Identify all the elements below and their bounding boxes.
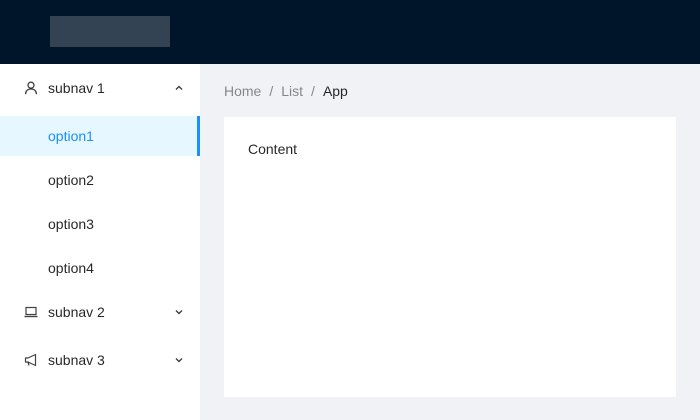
menu-item-option3[interactable]: option3 [0,204,200,244]
user-icon [24,81,38,95]
submenu-label: subnav 2 [48,304,105,320]
logo-placeholder [50,16,170,47]
content-text: Content [248,141,298,157]
chevron-down-icon [174,355,184,365]
notification-icon [24,353,38,367]
breadcrumb-separator: / [269,83,274,99]
content-panel: Content [224,117,676,397]
menu-item-label: option1 [48,128,94,144]
main-content-area: Home / List / App Content [200,64,700,420]
submenu-label: subnav 3 [48,352,105,368]
breadcrumb-separator: / [311,83,315,99]
menu-item-label: option2 [48,172,94,188]
menu-item-label: option4 [48,260,94,276]
app-header [0,0,700,64]
breadcrumb: Home / List / App [224,80,348,102]
chevron-down-icon [174,307,184,317]
breadcrumb-item-home[interactable]: Home [224,83,261,99]
breadcrumb-item-list[interactable]: List [281,83,303,99]
sidebar-menu: subnav 1 option1 option2 option3 option4… [0,64,200,420]
submenu-subnav-2[interactable]: subnav 2 [0,292,200,332]
menu-item-option4[interactable]: option4 [0,248,200,288]
chevron-up-icon [174,83,184,93]
submenu-label: subnav 1 [48,80,105,96]
menu-item-label: option3 [48,216,94,232]
menu-item-option1[interactable]: option1 [0,116,200,156]
breadcrumb-item-app: App [322,83,348,99]
menu-item-option2[interactable]: option2 [0,160,200,200]
submenu-subnav-1[interactable]: subnav 1 [0,64,200,112]
laptop-icon [24,305,38,319]
submenu-subnav-3[interactable]: subnav 3 [0,336,200,384]
